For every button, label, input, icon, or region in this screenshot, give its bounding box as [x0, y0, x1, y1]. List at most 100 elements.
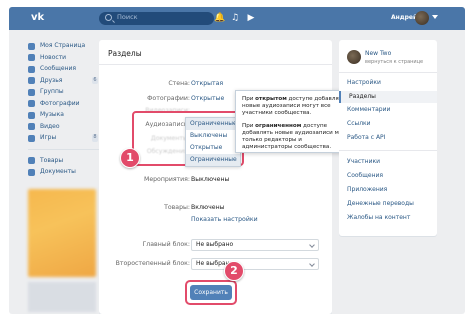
menu-item-sections[interactable]: Разделы	[339, 91, 437, 103]
tooltip-text: При	[242, 96, 256, 102]
sidebar-item-label: Фотографии	[40, 99, 80, 107]
tooltip-bold: ограниченном	[255, 122, 302, 129]
tooltip-text: При	[242, 122, 256, 129]
search-icon	[105, 14, 112, 21]
goods-value[interactable]: Включены	[191, 204, 225, 211]
sidebar-item-label: Новости	[40, 53, 67, 61]
games-icon	[28, 134, 35, 142]
sidebar-item-label: Группы	[40, 88, 64, 95]
sidebar-item-label: Моя Страница	[40, 42, 86, 49]
sidebar-item-label: Видео	[40, 122, 60, 130]
menu-item-money-transfers[interactable]: Денежные переводы	[347, 200, 414, 207]
market-icon	[28, 157, 35, 164]
photos-icon	[28, 100, 35, 107]
sidebar-item-music[interactable]: Музыка	[27, 109, 99, 121]
bell-icon[interactable]: 🔔	[214, 13, 225, 23]
groups-icon	[28, 88, 35, 96]
community-name[interactable]: New Two	[365, 50, 391, 57]
community-avatar[interactable]	[347, 50, 361, 64]
sidebar-item-label: Игры	[40, 134, 57, 141]
wall-value[interactable]: Открытая	[191, 80, 223, 87]
home-icon	[28, 42, 35, 50]
photos-label: Фотографии:	[147, 95, 190, 102]
divider	[339, 72, 437, 73]
video-icon	[28, 123, 35, 130]
menu-item-messages[interactable]: Сообщения	[347, 172, 383, 179]
menu-item-members[interactable]: Участники	[347, 158, 380, 165]
search-placeholder: Поиск	[117, 13, 138, 21]
avatar[interactable]	[415, 11, 429, 25]
chevron-down-icon	[309, 242, 315, 248]
user-name[interactable]: Андрей	[391, 14, 417, 21]
dropdown-option-off[interactable]: Выключены	[186, 130, 240, 142]
save-button[interactable]: Сохранить	[190, 285, 232, 300]
select-value: Не выбрано	[196, 241, 234, 248]
step-badge-1: 1	[120, 148, 140, 168]
browser-viewport: vk Поиск 🔔 ♫ ▶ Андрей Моя Страница Новос…	[9, 7, 465, 314]
sidebar-item-label: Документы	[40, 168, 76, 175]
events-value[interactable]: Выключены	[191, 176, 229, 183]
back-to-page-link[interactable]: вернуться к странице	[365, 59, 423, 65]
blurred-ad-image	[28, 189, 96, 277]
vk-logo[interactable]: vk	[31, 12, 48, 24]
menu-item-settings[interactable]: Настройки	[347, 79, 381, 86]
audio-access-dropdown[interactable]: Ограниченные Выключены Открытые Ограниче…	[185, 117, 241, 167]
menu-item-links[interactable]: Ссылки	[347, 120, 371, 127]
count-badge: 6	[92, 76, 98, 84]
sidebar-item-news[interactable]: Новости	[27, 52, 99, 64]
tooltip-bold: открытом	[255, 96, 287, 102]
sidebar-item-label: Друзья	[40, 76, 63, 84]
sidebar-item-label: Сообщения	[40, 65, 77, 72]
sidebar-item-docs[interactable]: Документы	[27, 166, 99, 178]
chevron-down-icon	[309, 261, 315, 267]
sidebar-item-label: Музыка	[40, 111, 64, 118]
search-input[interactable]: Поиск	[99, 12, 214, 25]
main-block-label: Главный блок:	[142, 241, 190, 248]
divider	[28, 148, 100, 150]
menu-item-reports[interactable]: Жалобы на контент	[347, 214, 410, 221]
sidebar-item-games[interactable]: Игры 8	[27, 132, 99, 144]
count-badge: 8	[92, 134, 98, 142]
menu-item-comments[interactable]: Комментарии	[347, 106, 390, 113]
secondary-block-select[interactable]: Не выбрано	[191, 258, 319, 270]
step-badge-2: 2	[224, 261, 244, 281]
sidebar-item-groups[interactable]: Группы	[27, 86, 99, 98]
friends-icon	[28, 77, 35, 84]
messages-icon	[28, 65, 35, 73]
dropdown-selected[interactable]: Ограниченные	[186, 118, 240, 130]
sidebar-item-label: Товары	[40, 156, 64, 164]
sidebar: Моя Страница Новости Сообщения Друзья 6 Г…	[27, 40, 100, 178]
news-icon	[28, 54, 35, 61]
divider	[339, 150, 437, 151]
sidebar-item-messages[interactable]: Сообщения	[27, 63, 99, 75]
tooltip-open-text: При открытом доступе добавлять новые ауд…	[242, 96, 354, 118]
chevron-down-icon[interactable]	[432, 15, 438, 19]
wall-label: Стена:	[168, 80, 190, 87]
play-icon[interactable]: ▶	[246, 13, 256, 23]
sidebar-item-video[interactable]: Видео	[27, 121, 99, 133]
events-label: Мероприятия:	[143, 176, 190, 183]
blurred-ad-footer	[28, 282, 96, 312]
sidebar-item-friends[interactable]: Друзья 6	[27, 75, 99, 87]
top-bar: vk Поиск 🔔 ♫ ▶ Андрей	[9, 7, 465, 30]
show-settings-link[interactable]: Показать настройки	[191, 216, 258, 223]
right-panel: New Two вернуться к странице Настройки Р…	[339, 40, 437, 236]
secondary-block-label: Второстепенный блок:	[115, 260, 190, 267]
main-block-select[interactable]: Не выбрано	[191, 239, 319, 251]
photos-value[interactable]: Открытые	[191, 95, 224, 102]
menu-item-apps[interactable]: Приложения	[347, 186, 387, 193]
sidebar-item-market[interactable]: Товары	[27, 155, 99, 167]
tooltip-limited-text: При ограниченном доступе добавлять новые…	[242, 123, 354, 152]
music-icon[interactable]: ♫	[230, 13, 240, 23]
dropdown-option-limited[interactable]: Ограниченные	[186, 154, 240, 166]
goods-label: Товары:	[164, 204, 190, 211]
divider	[99, 64, 332, 65]
music-icon	[28, 111, 35, 119]
menu-item-api[interactable]: Работа с API	[347, 134, 385, 141]
page-title: Разделы	[108, 49, 142, 58]
sections-card: Разделы Стена: Открытая Фотографии: Откр…	[99, 40, 332, 314]
dropdown-option-open[interactable]: Открытые	[186, 142, 240, 154]
docs-icon	[28, 168, 35, 176]
sidebar-item-photos[interactable]: Фотографии	[27, 98, 99, 110]
sidebar-item-my-page[interactable]: Моя Страница	[27, 40, 99, 52]
